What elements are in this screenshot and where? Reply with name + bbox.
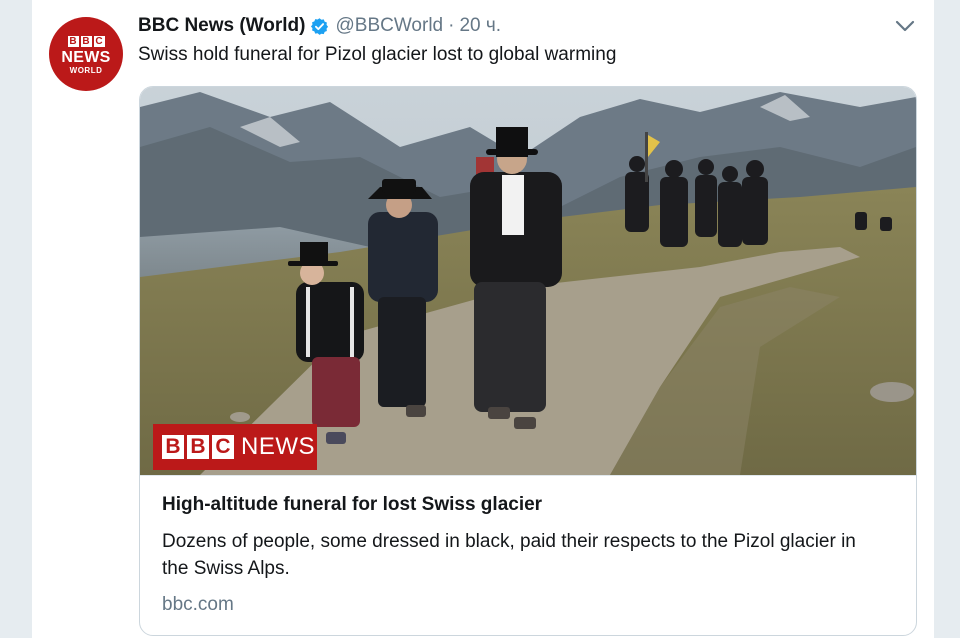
author-name[interactable]: BBC News (World): [138, 15, 305, 37]
card-photo: [140, 87, 916, 475]
chevron-down-icon[interactable]: [894, 18, 916, 34]
tweet-header: BBC News (World) @BBCWorld · 20 ч.: [138, 14, 501, 38]
link-card[interactable]: B B C NEWS High-altitude funeral for los…: [139, 86, 917, 636]
tweet-timestamp[interactable]: 20 ч.: [459, 15, 501, 37]
card-body[interactable]: High-altitude funeral for lost Swiss gla…: [140, 475, 916, 635]
logo-news-word: NEWS: [241, 433, 315, 460]
tweet[interactable]: BBC NEWS WORLD BBC News (World) @BBCWorl…: [32, 0, 934, 638]
verified-badge-icon: [311, 17, 329, 35]
avatar-bbc-blocks: BBC: [67, 35, 105, 47]
avatar[interactable]: BBC NEWS WORLD: [49, 17, 123, 91]
avatar-news-text: NEWS: [61, 48, 111, 66]
tweet-text: Swiss hold funeral for Pizol glacier los…: [138, 44, 617, 65]
author-handle[interactable]: @BBCWorld: [335, 15, 443, 37]
separator-dot: ·: [448, 15, 455, 36]
card-domain[interactable]: bbc.com: [162, 594, 234, 616]
card-description: Dozens of people, some dressed in black,…: [162, 531, 856, 579]
avatar-world-text: WORLD: [69, 65, 103, 75]
card-title[interactable]: High-altitude funeral for lost Swiss gla…: [162, 494, 542, 516]
bbc-news-logo: B B C NEWS: [153, 424, 317, 470]
